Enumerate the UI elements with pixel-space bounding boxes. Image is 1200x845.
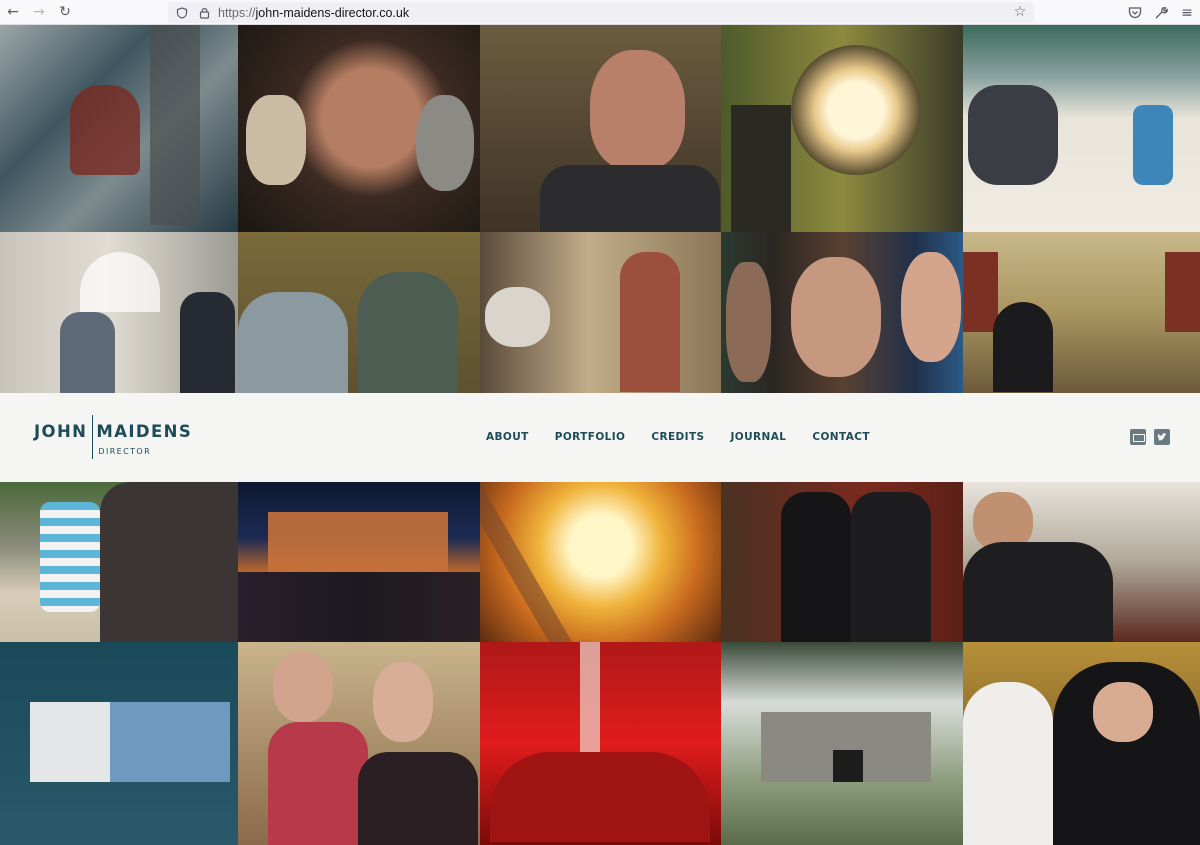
address-bar[interactable]: https://john-maidens-director.co.uk ☆ [168, 2, 1034, 23]
film-still[interactable] [238, 232, 480, 393]
film-still[interactable] [963, 232, 1200, 393]
twitter-icon[interactable] [1154, 429, 1170, 445]
photo-grid-top [0, 25, 1200, 393]
film-still[interactable] [0, 25, 238, 232]
film-still[interactable] [238, 642, 480, 845]
film-still[interactable] [0, 482, 238, 642]
site-logo[interactable]: JOHN MAIDENS DIRECTOR [34, 415, 192, 459]
film-still[interactable] [721, 482, 963, 642]
photo-grid-bottom [0, 482, 1200, 845]
logo-first-name: JOHN [34, 422, 88, 441]
forward-arrow-icon[interactable]: → [26, 0, 52, 25]
film-still[interactable] [238, 482, 480, 642]
shield-icon[interactable] [174, 5, 190, 21]
film-still[interactable] [721, 25, 963, 232]
lock-icon[interactable] [196, 5, 212, 21]
film-still[interactable] [963, 642, 1200, 845]
social-links [1130, 429, 1170, 445]
film-still[interactable] [963, 482, 1200, 642]
back-arrow-icon[interactable]: ← [0, 0, 26, 25]
site-header: JOHN MAIDENS DIRECTOR ABOUT PORTFOLIO CR… [0, 393, 1200, 482]
nav-contact[interactable]: CONTACT [812, 431, 870, 443]
logo-divider [92, 415, 94, 459]
menu-icon[interactable]: ≡ [1174, 0, 1200, 25]
film-still[interactable] [480, 642, 721, 845]
vimeo-icon[interactable] [1130, 429, 1146, 445]
logo-last-name: MAIDENS [96, 422, 193, 441]
pocket-icon[interactable] [1122, 0, 1148, 25]
film-still[interactable] [480, 232, 721, 393]
bookmark-star-icon[interactable]: ☆ [1012, 4, 1028, 20]
reload-icon[interactable]: ↻ [52, 0, 78, 25]
film-still[interactable] [480, 25, 721, 232]
main-nav: ABOUT PORTFOLIO CREDITS JOURNAL CONTACT [486, 431, 896, 443]
film-still[interactable] [0, 232, 238, 393]
film-still[interactable] [721, 642, 963, 845]
film-still[interactable] [238, 25, 480, 232]
film-still[interactable] [480, 482, 721, 642]
nav-journal[interactable]: JOURNAL [731, 431, 787, 443]
extensions-icon[interactable] [1148, 0, 1174, 25]
url-text: https://john-maidens-director.co.uk [218, 5, 410, 20]
nav-about[interactable]: ABOUT [486, 431, 529, 443]
film-still[interactable] [721, 232, 963, 393]
film-still[interactable] [963, 25, 1200, 232]
logo-subtitle: DIRECTOR [98, 447, 152, 456]
browser-toolbar: ← → ↻ https://john-maidens-director.co.u… [0, 0, 1200, 25]
film-still[interactable] [0, 642, 238, 845]
nav-portfolio[interactable]: PORTFOLIO [555, 431, 626, 443]
nav-credits[interactable]: CREDITS [651, 431, 704, 443]
